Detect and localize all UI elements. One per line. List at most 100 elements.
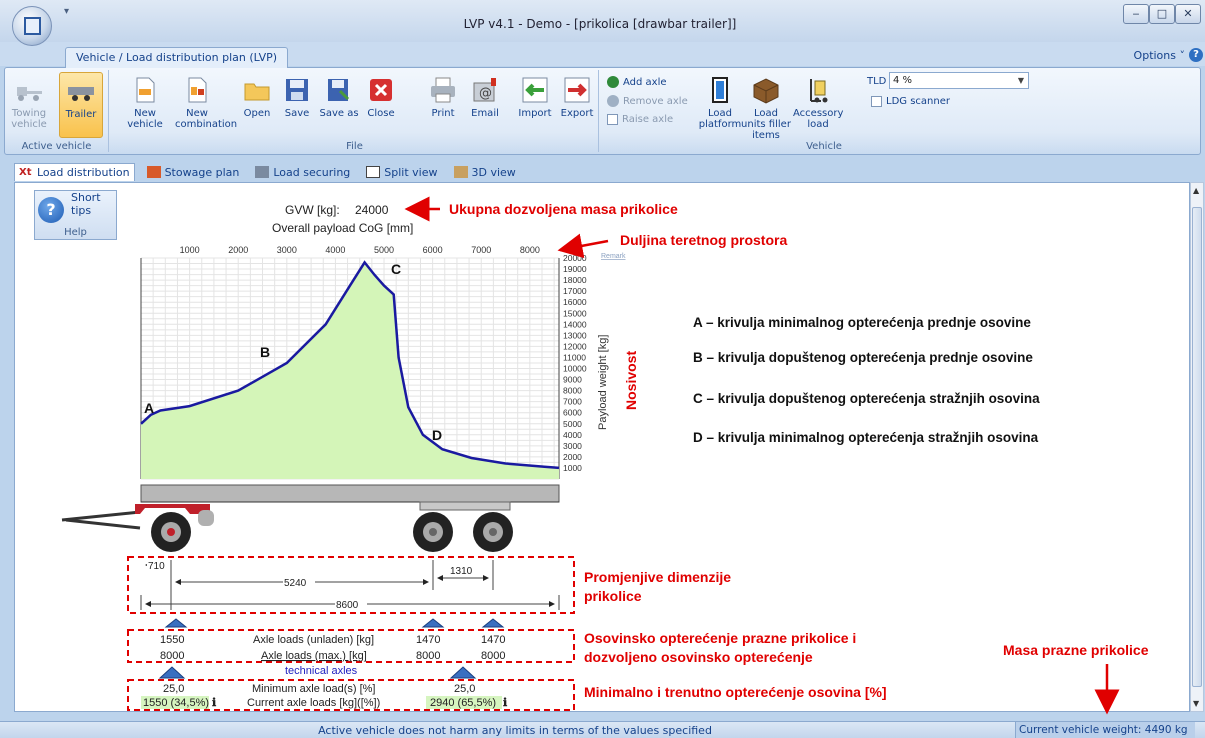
add-axle-label: Add axle bbox=[623, 76, 667, 88]
export-icon bbox=[564, 77, 590, 103]
app-logo-icon bbox=[24, 17, 41, 35]
status-message: Active vehicle does not harm any limits … bbox=[318, 724, 712, 737]
printer-icon bbox=[431, 77, 455, 103]
chevron-down-icon: ▼ bbox=[1017, 76, 1024, 85]
new-combination-icon bbox=[188, 77, 207, 103]
question-icon[interactable]: ? bbox=[38, 197, 64, 223]
load-platform-button[interactable]: Load platform bbox=[697, 72, 743, 138]
email-icon: @ bbox=[473, 78, 496, 102]
save-as-button[interactable]: Save as bbox=[317, 72, 361, 138]
open-label: Open bbox=[243, 108, 271, 119]
load-platform-label: Load platform bbox=[698, 108, 742, 130]
save-as-icon bbox=[328, 79, 350, 101]
help-panel: ? Short tips Help bbox=[34, 190, 117, 240]
save-label: Save bbox=[284, 108, 310, 119]
import-label: Import bbox=[518, 108, 552, 119]
3d-view-icon bbox=[453, 166, 468, 178]
load-distribution-icon: Xt bbox=[19, 166, 32, 178]
main-panel bbox=[14, 182, 1190, 712]
remove-axle-icon bbox=[607, 95, 619, 107]
open-button[interactable]: Open bbox=[235, 72, 279, 138]
trailer-label: Trailer bbox=[65, 109, 97, 120]
split-view-icon bbox=[366, 166, 381, 178]
short-tips-button[interactable]: Short tips bbox=[71, 191, 115, 217]
save-as-label: Save as bbox=[319, 108, 359, 119]
ldg-scanner-checkbox[interactable]: LDG scanner bbox=[871, 96, 950, 107]
towing-vehicle-label: Towing vehicle bbox=[11, 108, 47, 130]
tld-select[interactable]: 4 % ▼ bbox=[889, 72, 1029, 89]
options-menu[interactable]: Options ˅ bbox=[1134, 49, 1185, 62]
tab-load-distribution[interactable]: Xt Load distribution bbox=[14, 163, 135, 181]
accessory-load-button[interactable]: Accessory load bbox=[793, 72, 843, 138]
tab-load-securing-label: Load securing bbox=[273, 165, 351, 179]
close-window-button[interactable]: ✕ bbox=[1175, 4, 1201, 24]
wooden-crate-icon bbox=[753, 78, 779, 104]
email-button[interactable]: @ Email bbox=[463, 72, 507, 138]
raise-axle-button[interactable]: Raise axle bbox=[607, 114, 673, 125]
group-active-vehicle: Towing vehicle Trailer Active vehicle bbox=[5, 70, 109, 152]
tab-vehicle-load-distribution[interactable]: Vehicle / Load distribution plan (LVP) bbox=[65, 47, 289, 68]
vertical-scrollbar[interactable]: ▲ ▼ bbox=[1190, 182, 1204, 712]
view-tab-bar: Xt Load distribution Stowage plan Load s… bbox=[14, 161, 520, 183]
tab-split-view-label: Split view bbox=[384, 165, 438, 179]
save-button[interactable]: Save bbox=[275, 72, 319, 138]
print-button[interactable]: Print bbox=[421, 72, 465, 138]
svg-text:@: @ bbox=[479, 86, 492, 101]
close-red-icon bbox=[370, 79, 392, 101]
tld-select-value: 4 % bbox=[893, 75, 913, 86]
accessory-load-label: Accessory load bbox=[793, 108, 844, 130]
floppy-icon bbox=[286, 79, 308, 101]
ldg-scanner-check-icon bbox=[871, 96, 882, 107]
folder-icon bbox=[244, 83, 270, 101]
tld-label: TLD bbox=[867, 76, 887, 87]
scroll-thumb[interactable] bbox=[1192, 207, 1202, 687]
truck-icon bbox=[17, 87, 42, 101]
tab-3d-view[interactable]: 3D view bbox=[450, 164, 520, 181]
import-button[interactable]: Import bbox=[513, 72, 557, 138]
status-bar: Active vehicle does not harm any limits … bbox=[0, 721, 1205, 738]
maximize-button[interactable]: □ bbox=[1149, 4, 1175, 24]
tab-split-view[interactable]: Split view bbox=[362, 164, 441, 181]
quick-access-toolbar-dropdown[interactable]: ▾ bbox=[64, 6, 69, 17]
scroll-down-icon[interactable]: ▼ bbox=[1193, 699, 1199, 708]
raise-axle-icon bbox=[607, 114, 618, 125]
tab-load-distribution-label: Load distribution bbox=[37, 166, 130, 179]
new-combination-label: New combination bbox=[175, 108, 238, 130]
new-vehicle-label: New vehicle bbox=[127, 108, 163, 130]
import-icon bbox=[522, 77, 548, 103]
new-combination-button[interactable]: New combination bbox=[175, 72, 237, 138]
load-units-button[interactable]: Load units filler items bbox=[741, 72, 791, 141]
towing-vehicle-button[interactable]: Towing vehicle bbox=[7, 72, 51, 138]
trailer-button[interactable]: Trailer bbox=[59, 72, 103, 138]
load-securing-icon bbox=[255, 166, 270, 178]
group-label-file: File bbox=[346, 141, 363, 152]
email-label: Email bbox=[471, 108, 499, 119]
forklift-icon bbox=[810, 79, 828, 103]
close-file-button[interactable]: Close bbox=[359, 72, 403, 138]
print-label: Print bbox=[431, 108, 455, 119]
current-vehicle-weight: Current vehicle weight: 4490 kg bbox=[1015, 722, 1195, 738]
remove-axle-button[interactable]: Remove axle bbox=[607, 95, 688, 107]
group-file: New vehicle New combination Open Save Sa… bbox=[111, 70, 599, 152]
export-button[interactable]: Export bbox=[555, 72, 599, 138]
new-vehicle-button[interactable]: New vehicle bbox=[123, 72, 167, 138]
close-file-label: Close bbox=[367, 108, 395, 119]
tab-stowage-plan[interactable]: Stowage plan bbox=[143, 164, 244, 181]
add-axle-button[interactable]: Add axle bbox=[607, 76, 667, 88]
tab-stowage-plan-label: Stowage plan bbox=[164, 165, 240, 179]
trailer-icon bbox=[68, 87, 94, 101]
stowage-plan-icon bbox=[146, 166, 161, 178]
ribbon: Towing vehicle Trailer Active vehicle Ne… bbox=[4, 67, 1201, 155]
new-document-icon bbox=[136, 77, 155, 103]
application-menu-button[interactable] bbox=[12, 6, 52, 46]
help-panel-label: Help bbox=[64, 227, 87, 238]
group-label-vehicle: Vehicle bbox=[806, 141, 842, 152]
raise-axle-label: Raise axle bbox=[622, 114, 674, 125]
add-axle-icon bbox=[607, 76, 619, 88]
ldg-scanner-label: LDG scanner bbox=[886, 96, 950, 107]
tab-load-securing[interactable]: Load securing bbox=[251, 164, 354, 181]
scroll-up-icon[interactable]: ▲ bbox=[1193, 186, 1199, 195]
help-icon[interactable]: ? bbox=[1189, 48, 1203, 62]
window-title: LVP v4.1 - Demo - [prikolica [drawbar tr… bbox=[463, 17, 737, 31]
minimize-button[interactable]: ‒ bbox=[1123, 4, 1149, 24]
